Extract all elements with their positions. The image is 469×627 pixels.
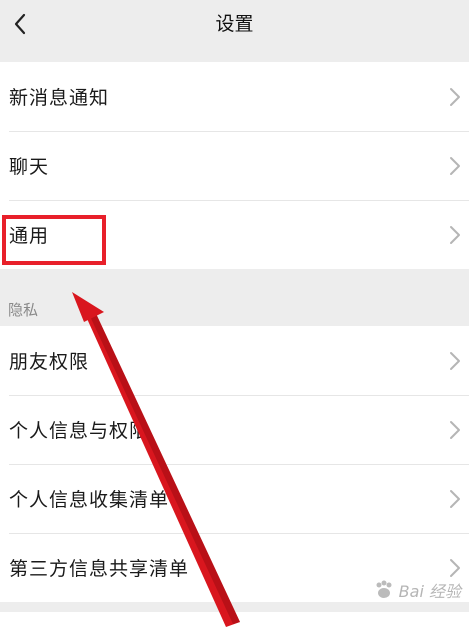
top-bar: 设置 xyxy=(0,0,469,48)
settings-group-privacy: 朋友权限 个人信息与权限 个人信息收集清单 第三方信息共享清单 xyxy=(0,326,469,602)
section-header-privacy: 隐私 xyxy=(8,301,39,319)
settings-item-new-message-notification[interactable]: 新消息通知 xyxy=(0,62,469,131)
chevron-right-icon xyxy=(450,558,460,577)
settings-group-bottom xyxy=(0,612,469,627)
chevron-right-icon xyxy=(450,420,460,439)
settings-item-label: 第三方信息共享清单 xyxy=(9,558,190,580)
chevron-right-icon xyxy=(450,489,460,508)
settings-page: 设置 新消息通知 聊天 通用 隐私 朋友权限 个人信息与权限 个人信息收集清单 … xyxy=(0,0,469,627)
chevron-right-icon xyxy=(450,87,460,106)
settings-item-label: 聊天 xyxy=(9,156,50,178)
chevron-right-icon xyxy=(450,351,460,370)
settings-item-label: 朋友权限 xyxy=(9,351,90,373)
highlight-box xyxy=(2,215,106,265)
chevron-right-icon xyxy=(450,225,460,244)
arrow-head xyxy=(72,292,104,322)
settings-item-label: 个人信息与权限 xyxy=(9,420,150,442)
chevron-right-icon xyxy=(450,156,460,175)
settings-item-chat[interactable]: 聊天 xyxy=(0,131,469,200)
settings-item-label: 新消息通知 xyxy=(9,87,110,109)
page-title: 设置 xyxy=(215,13,254,35)
paw-icon xyxy=(376,580,392,598)
watermark-text: Bai 经验 xyxy=(398,582,461,601)
settings-item-personal-info-permissions[interactable]: 个人信息与权限 xyxy=(0,395,469,464)
watermark: Bai 经验 xyxy=(373,578,461,602)
settings-item-personal-info-collection[interactable]: 个人信息收集清单 xyxy=(0,464,469,533)
settings-item-friend-permissions[interactable]: 朋友权限 xyxy=(0,326,469,395)
settings-item-label: 个人信息收集清单 xyxy=(9,489,170,511)
